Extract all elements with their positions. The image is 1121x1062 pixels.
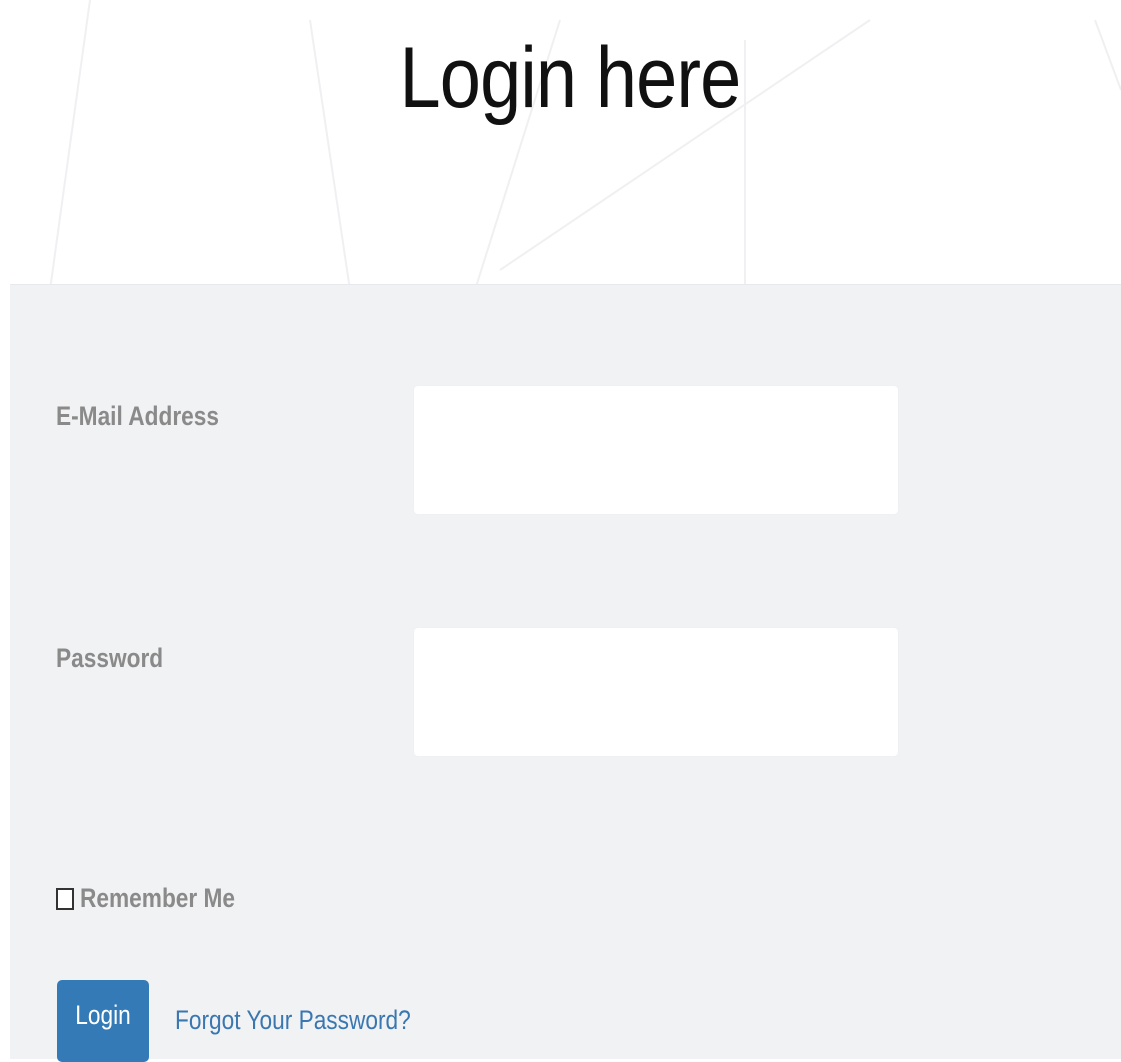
email-label: E-Mail Address bbox=[56, 401, 220, 431]
login-button[interactable]: Login bbox=[57, 980, 149, 1062]
login-form-panel: E-Mail Address Password Remember Me Logi… bbox=[10, 284, 1121, 1062]
email-field[interactable] bbox=[413, 385, 899, 515]
remember-me-row[interactable]: Remember Me bbox=[56, 883, 265, 914]
remember-me-label[interactable]: Remember Me bbox=[80, 883, 235, 914]
forgot-password-link[interactable]: Forgot Your Password? bbox=[175, 1005, 411, 1036]
login-button-label: Login bbox=[75, 999, 131, 1030]
remember-me-checkbox[interactable] bbox=[56, 887, 74, 910]
password-field[interactable] bbox=[413, 627, 899, 757]
page-title: Login here bbox=[399, 30, 742, 126]
password-label: Password bbox=[56, 643, 164, 673]
